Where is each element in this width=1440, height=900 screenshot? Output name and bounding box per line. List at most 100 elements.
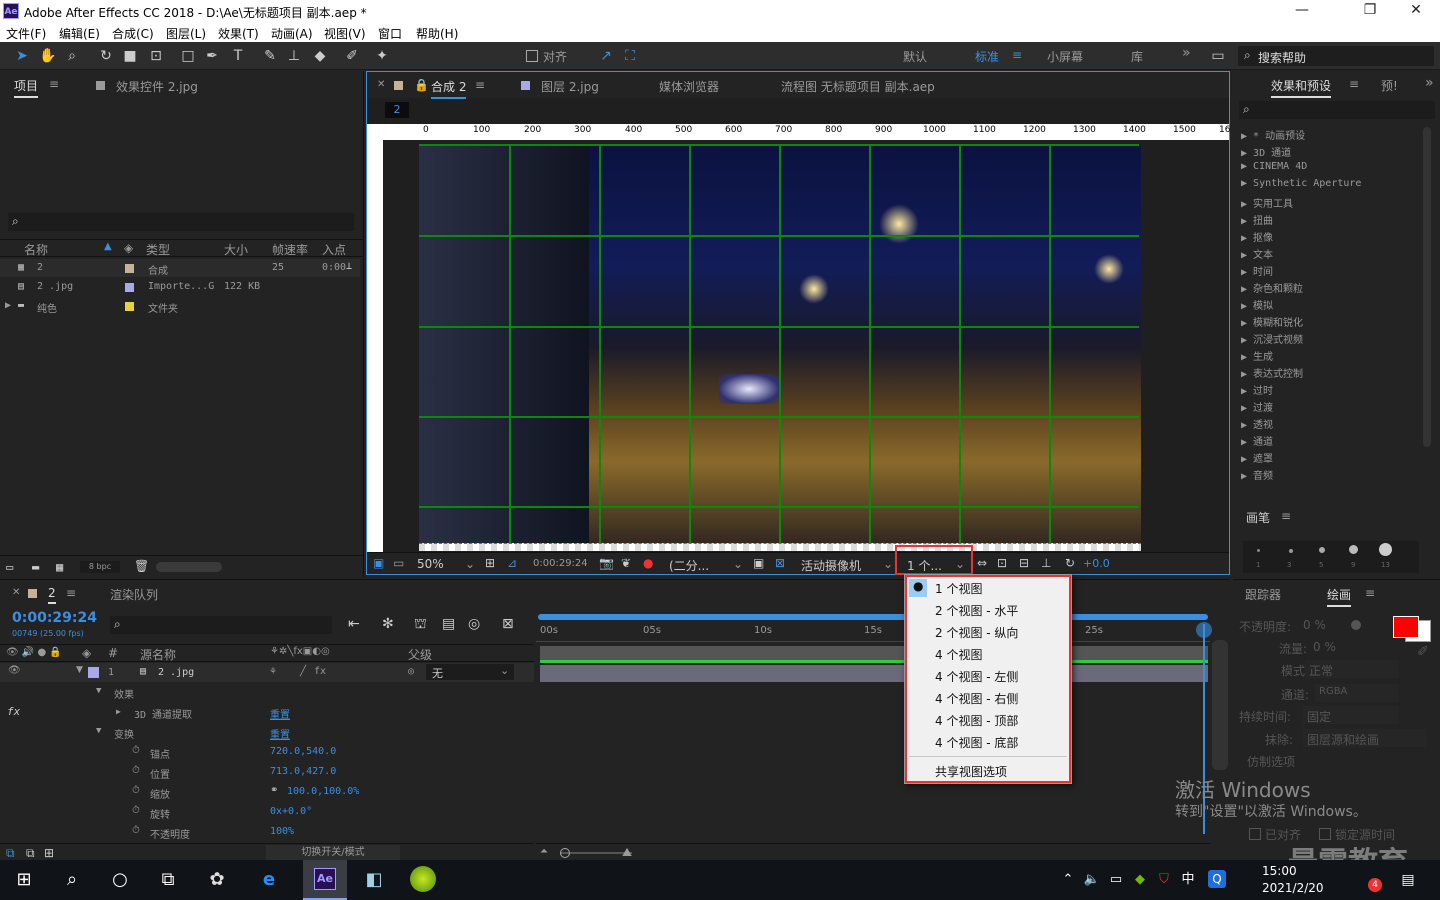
ime-indicator[interactable]: 中: [1176, 868, 1200, 892]
expand-switches-icon[interactable]: ⧉: [6, 846, 15, 861]
zoom-tool-icon[interactable]: ⌕: [62, 47, 82, 65]
chevron-down-icon[interactable]: ⌄: [465, 557, 475, 571]
list-item[interactable]: ▶ 透视: [1241, 416, 1273, 431]
camera-tool-icon[interactable]: ■: [120, 47, 140, 65]
erase-dropdown[interactable]: 图层源和绘画: [1303, 729, 1427, 747]
list-item[interactable]: ▶ 过时: [1241, 382, 1273, 397]
composition-viewer-image[interactable]: [419, 144, 1141, 551]
list-item[interactable]: ▶ 过渡: [1241, 399, 1273, 414]
pan-behind-tool-icon[interactable]: ⊡: [146, 47, 166, 65]
aligned-checkbox[interactable]: [1249, 828, 1261, 840]
chevron-down-icon[interactable]: ⌄: [955, 557, 965, 571]
expand-triangle-icon[interactable]: ▼: [96, 726, 101, 736]
stopwatch-icon[interactable]: ⏱: [132, 805, 140, 816]
list-item[interactable]: ▶ CINEMA 4D: [1241, 161, 1307, 172]
list-item[interactable]: ▶ 表达式控制: [1241, 365, 1303, 380]
snap-icon[interactable]: ↗: [596, 47, 616, 65]
transparency-grid-icon[interactable]: ⊿: [507, 556, 517, 570]
selection-tool-icon[interactable]: ➤: [12, 47, 32, 65]
source-name-header[interactable]: 源名称: [140, 646, 176, 663]
timeline-timecode[interactable]: 0:00:29:24: [12, 610, 97, 626]
expand-triangle-icon[interactable]: ▼: [76, 665, 83, 675]
tab-brush[interactable]: 画笔: [1246, 509, 1270, 526]
show-snapshot-icon[interactable]: ❦: [621, 556, 631, 570]
timeline-menu-icon[interactable]: ≡: [66, 586, 76, 600]
list-item[interactable]: ▶ 模糊和锐化: [1241, 314, 1303, 329]
shy-layers-icon[interactable]: ⛫: [414, 616, 427, 634]
project-search-input[interactable]: ⌕: [8, 213, 354, 231]
puppet-tool-icon[interactable]: ✦: [372, 47, 392, 65]
action-center-icon[interactable]: ▤: [1396, 868, 1420, 892]
fast-previews-icon[interactable]: ▣: [753, 556, 764, 570]
photo-app-icon[interactable]: ◧: [362, 868, 386, 892]
comp-menu-icon[interactable]: ≡: [475, 78, 485, 92]
workspace-library[interactable]: 库: [1131, 48, 1143, 65]
reset-link[interactable]: 重置: [270, 726, 290, 741]
tab-flowchart[interactable]: 流程图 无标题项目 副本.aep: [781, 78, 935, 95]
reset-exposure-icon[interactable]: ↻: [1065, 556, 1075, 570]
help-search-input[interactable]: ⌕ 搜索帮助: [1238, 46, 1434, 66]
workspace-menu-icon[interactable]: ≡: [1012, 48, 1022, 62]
interpret-footage-icon[interactable]: ▭: [6, 560, 13, 574]
workspace-toggle-icon[interactable]: ▭: [1208, 47, 1228, 65]
effects-menu-icon[interactable]: ≡: [1349, 77, 1359, 91]
tab-tracker[interactable]: 跟踪器: [1245, 586, 1281, 603]
tab-effects-presets[interactable]: 效果和预设: [1271, 77, 1332, 98]
menu-edit[interactable]: 编辑(E): [59, 25, 100, 42]
rectangle-tool-icon[interactable]: □: [178, 47, 198, 65]
list-item[interactable]: ▶ 音频: [1241, 467, 1273, 482]
brush-tip[interactable]: [1257, 549, 1260, 552]
visibility-eye-icon[interactable]: 👁: [8, 665, 21, 676]
menu-effect[interactable]: 效果(T): [218, 25, 259, 42]
stopwatch-icon[interactable]: ⏱: [132, 765, 140, 776]
zoom-slider-handle[interactable]: [560, 848, 570, 858]
hand-tool-icon[interactable]: ✋: [38, 47, 58, 65]
new-composition-icon[interactable]: ▦: [56, 560, 63, 574]
playhead-handle[interactable]: [1196, 622, 1212, 638]
color-channel-icon[interactable]: ●: [643, 556, 653, 570]
list-item[interactable]: ▶ 生成: [1241, 348, 1273, 363]
brush-tip[interactable]: [1289, 549, 1293, 553]
paint-menu-icon[interactable]: ≡: [1365, 586, 1375, 600]
comp-breadcrumb[interactable]: 2: [385, 102, 409, 118]
layer-name[interactable]: 2 .jpg: [158, 667, 194, 678]
tab-effect-controls[interactable]: 效果控件 2.jpg: [116, 78, 198, 95]
menu-item-2-views-vertical[interactable]: 2 个视图 - 纵向: [935, 624, 1018, 641]
tab-timeline-comp[interactable]: 2: [48, 586, 56, 604]
region-of-interest-icon[interactable]: ⊞: [485, 556, 495, 570]
snapshot-icon[interactable]: 📷: [599, 556, 614, 570]
list-item[interactable]: ▶ 遮罩: [1241, 450, 1273, 465]
opacity-value[interactable]: 0 %: [1303, 618, 1326, 632]
project-item-footage[interactable]: ▤ 2 .jpg Importe...G 122 KB: [0, 278, 360, 296]
current-time-display[interactable]: 0:00:29:24: [533, 558, 588, 569]
list-item[interactable]: ▶ Synthetic Aperture: [1241, 178, 1361, 189]
ie-browser-icon[interactable]: e: [257, 868, 281, 892]
pinwheel-app-icon[interactable]: ✿: [205, 868, 229, 892]
exposure-value[interactable]: +0.0: [1083, 557, 1110, 570]
project-item-comp[interactable]: ▦ 2 合成 25 0:00 ⊥: [0, 259, 360, 277]
brush-tip[interactable]: [1319, 547, 1325, 553]
brush-menu-icon[interactable]: ≡: [1281, 509, 1291, 523]
effects-search-input[interactable]: ⌕: [1239, 101, 1435, 119]
list-item[interactable]: ▶ 通道: [1241, 433, 1273, 448]
rotation-value[interactable]: 0x+0.0°: [270, 806, 312, 817]
grid-toggle-icon[interactable]: ⊠: [775, 556, 785, 570]
mode-dropdown[interactable]: 正常: [1305, 660, 1399, 678]
tab-project[interactable]: 项目: [14, 77, 39, 98]
menu-file[interactable]: 文件(F): [6, 25, 46, 42]
expand-triangle-icon[interactable]: ▶: [116, 707, 121, 716]
align-checkbox[interactable]: [526, 50, 538, 62]
monitor-icon[interactable]: ▭: [393, 556, 404, 570]
camera-view-dropdown[interactable]: 活动摄像机: [801, 557, 861, 574]
list-item[interactable]: ▶ 沉浸式视频: [1241, 331, 1303, 346]
workspace-small-screen[interactable]: 小屏幕: [1047, 48, 1083, 65]
layer-row[interactable]: 👁 ▼ 1 ▤ 2 .jpg ⚘ ╱ fx ◎ 无 ⌄: [0, 663, 534, 682]
speaker-icon[interactable]: 🔈: [1080, 868, 1104, 892]
bit-depth-button[interactable]: 8 bpc: [80, 561, 120, 573]
menu-item-4-views-right[interactable]: 4 个视图 - 右侧: [935, 690, 1018, 707]
list-item[interactable]: ▶ * 动画预设: [1241, 127, 1305, 142]
flow-value[interactable]: 0 %: [1313, 640, 1336, 654]
ae-taskbar-button[interactable]: Ae: [303, 860, 347, 900]
zoom-out-icon[interactable]: ⏶: [540, 846, 548, 857]
eyedropper-icon[interactable]: ✐: [1417, 644, 1429, 660]
